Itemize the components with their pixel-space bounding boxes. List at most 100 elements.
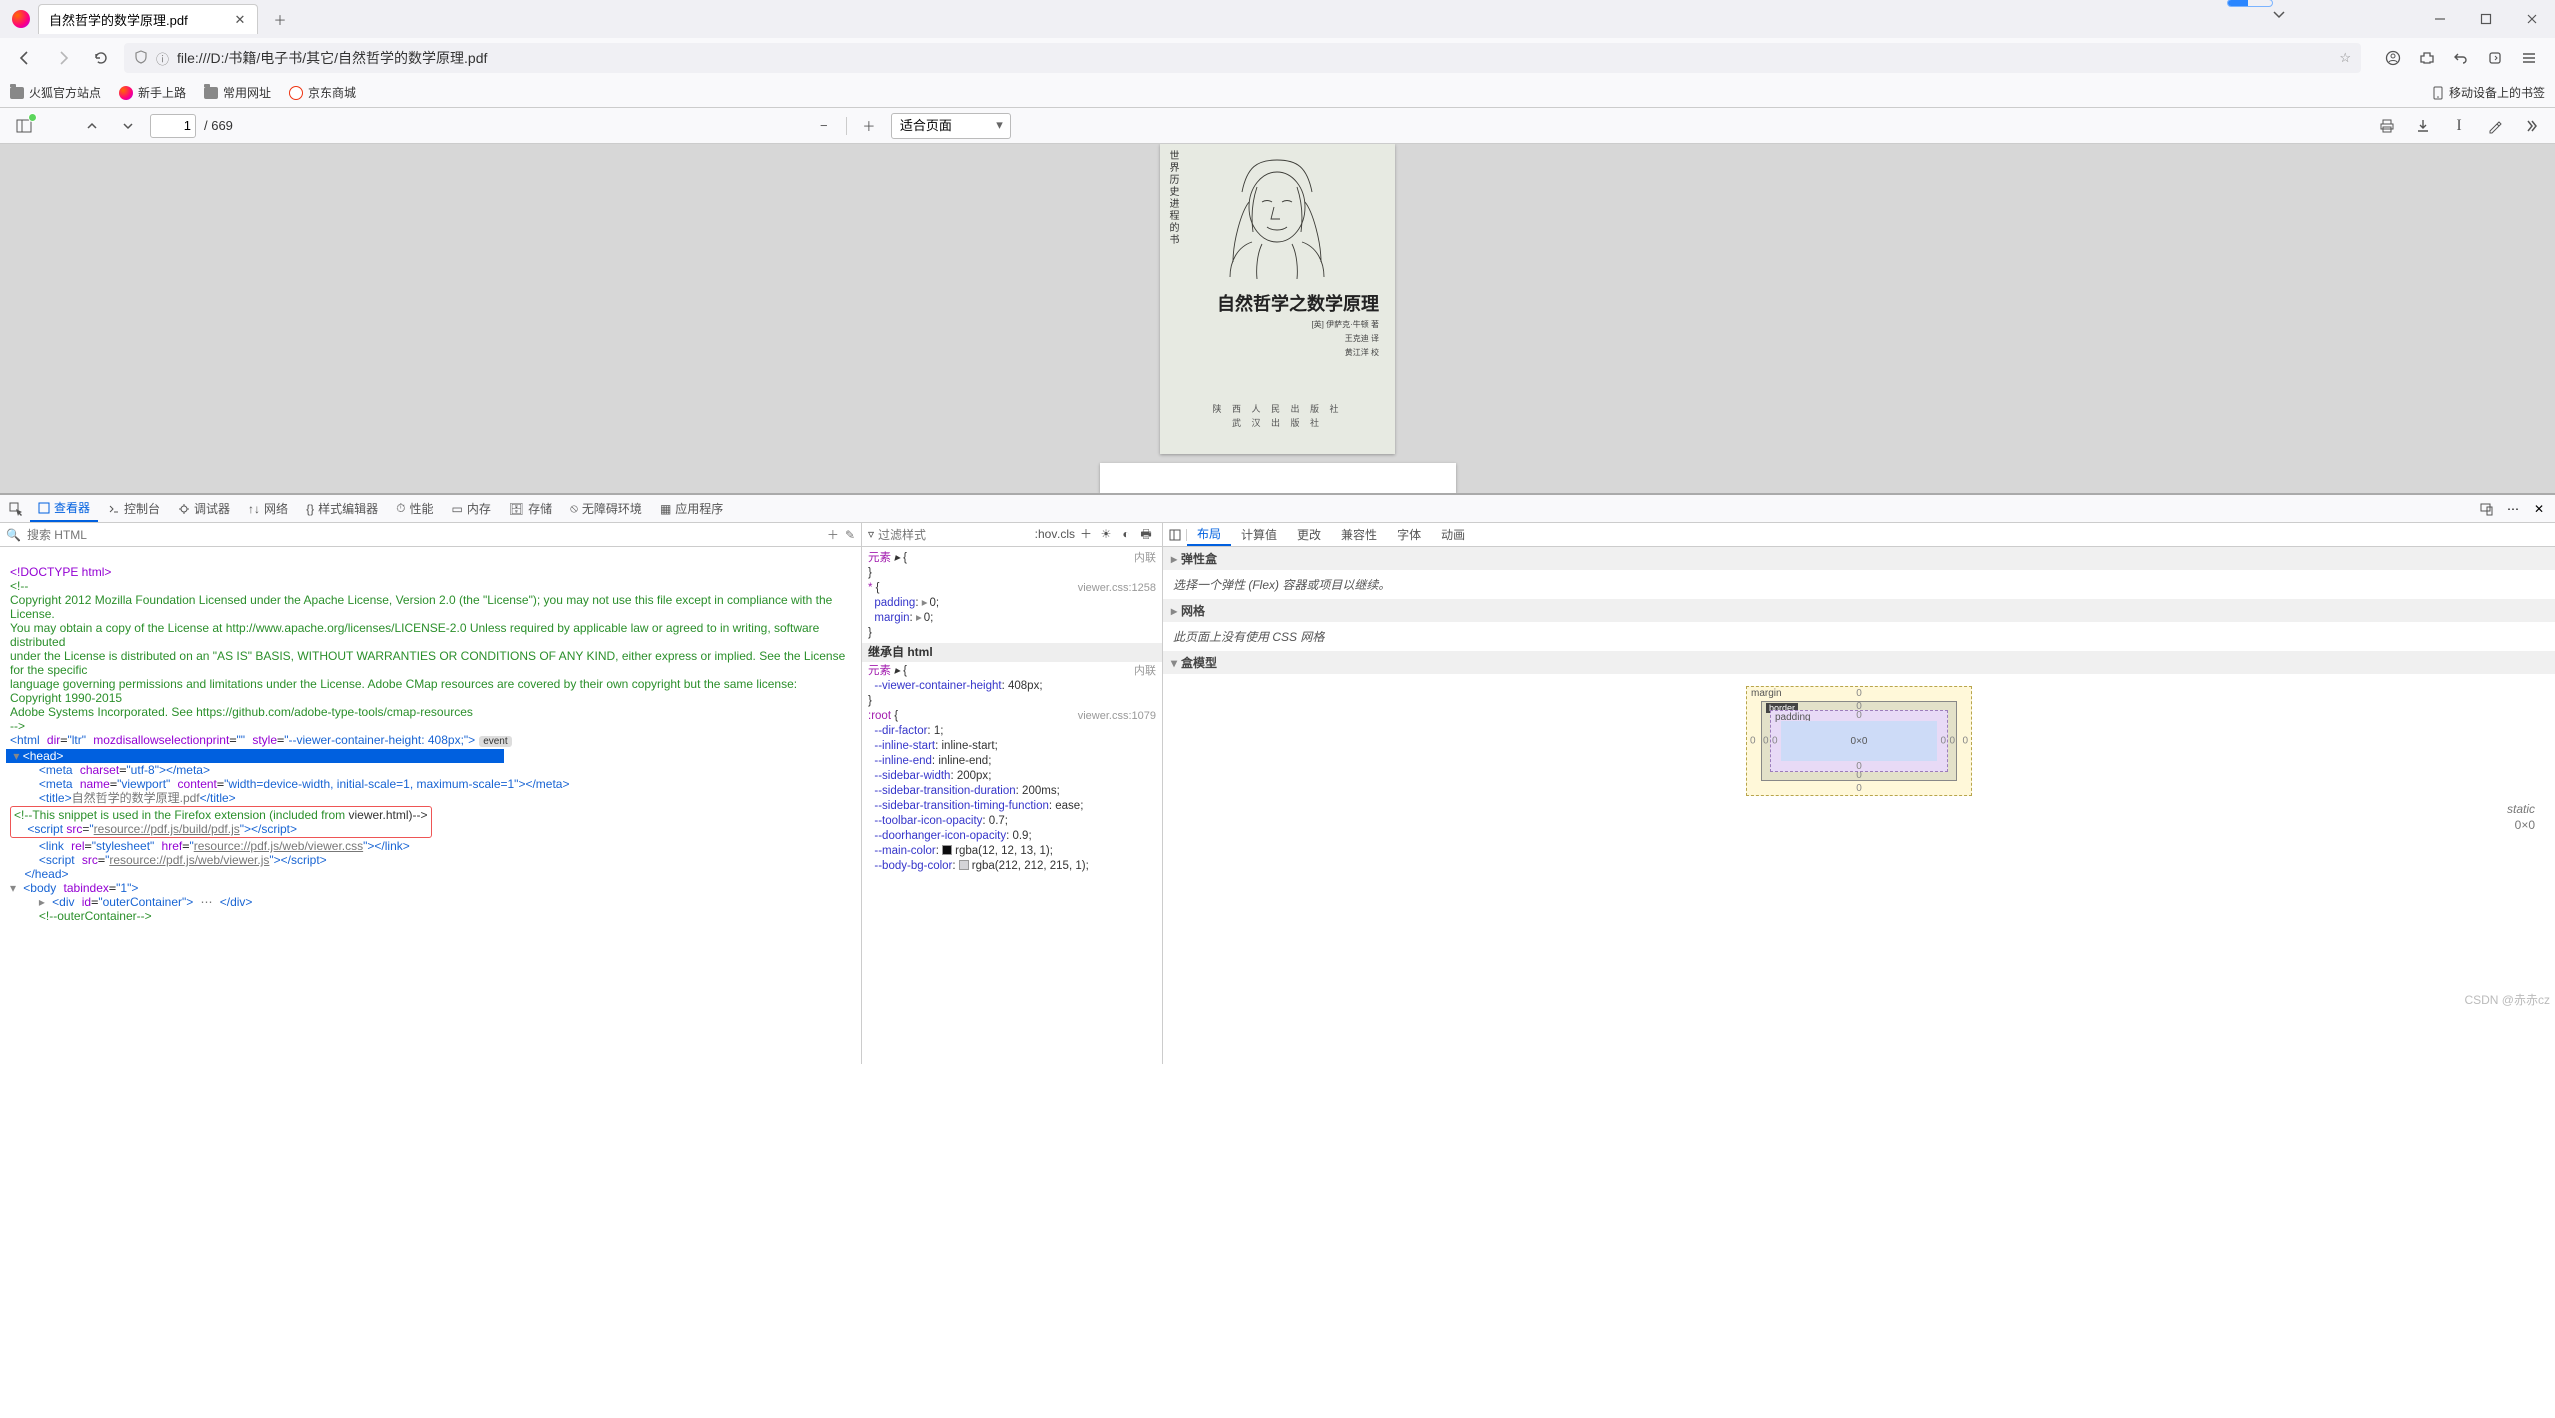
undo-arrow-icon[interactable] — [2445, 43, 2477, 73]
layout-tab-layout[interactable]: 布局 — [1187, 523, 1231, 546]
text-selection-icon[interactable]: I — [2445, 112, 2473, 140]
styles-pane: ▿ :hov .cls ＋ ☀ ◐ 🖶 元素 ▸ {内联} * {viewer.… — [862, 523, 1163, 1064]
tab-inspector[interactable]: 查看器 — [30, 495, 98, 522]
print-sim-icon[interactable]: 🖶 — [1136, 527, 1156, 542]
layout-tab-computed[interactable]: 计算值 — [1231, 523, 1287, 546]
sidebar-toggle-icon[interactable] — [10, 112, 38, 140]
layout-pane: 布局 计算值 更改 兼容性 字体 动画 弹性盒 选择一个弹性 (Flex) 容器… — [1163, 523, 2555, 1064]
eyedropper-icon[interactable]: ✎ — [845, 528, 855, 542]
tab-title: 自然哲学的数学原理.pdf — [49, 10, 188, 29]
close-window-button[interactable] — [2509, 0, 2555, 38]
zoom-select-wrap: 适合页面 — [891, 113, 1011, 139]
app-menu-icon[interactable] — [2513, 43, 2545, 73]
reload-button[interactable] — [86, 43, 116, 73]
more-tools-button[interactable] — [2517, 112, 2545, 140]
csdn-watermark: CSDN @赤赤cz — [2464, 991, 2550, 1008]
close-tab-icon[interactable]: ✕ — [233, 13, 247, 27]
search-icon: 🔍 — [6, 528, 21, 542]
layout-tab-fonts[interactable]: 字体 — [1387, 523, 1431, 546]
zoom-out-button[interactable]: − — [810, 112, 838, 140]
boxmodel-section-header[interactable]: 盒模型 — [1163, 651, 2555, 674]
book-portrait — [1202, 152, 1352, 282]
print-button[interactable] — [2373, 112, 2401, 140]
add-node-icon[interactable]: ＋ — [827, 526, 839, 543]
bookmark-common-urls[interactable]: 常用网址 — [204, 84, 271, 101]
html-tree[interactable]: <!DOCTYPE html> <!-- Copyright 2012 Mozi… — [0, 547, 861, 1064]
styles-filter-input[interactable] — [878, 528, 1036, 542]
layout-sidebar-icon[interactable] — [1163, 529, 1187, 541]
grid-section-body: 此页面上没有使用 CSS 网格 — [1163, 622, 2555, 651]
bookmark-mobile[interactable]: 移动设备上的书签 — [2432, 84, 2545, 101]
styles-body[interactable]: 元素 ▸ {内联} * {viewer.css:1258 padding: ▸0… — [862, 547, 1162, 1064]
tab-network[interactable]: ↑↓网络 — [240, 495, 296, 522]
zoom-select[interactable]: 适合页面 — [891, 113, 1011, 139]
tab-style-editor[interactable]: {}样式编辑器 — [298, 495, 386, 522]
book-publisher: 陕 西 人 民 出 版 社武 汉 出 版 社 — [1160, 402, 1395, 430]
info-icon[interactable]: ⓘ — [156, 49, 169, 68]
jd-icon — [289, 86, 303, 100]
tab-performance[interactable]: ⏱性能 — [388, 495, 441, 522]
layout-tab-changes[interactable]: 更改 — [1287, 523, 1331, 546]
flexbox-section-header[interactable]: 弹性盒 — [1163, 547, 2555, 570]
tab-application[interactable]: ▦应用程序 — [652, 495, 731, 522]
html-search-bar: 🔍 ＋ ✎ — [0, 523, 861, 547]
pdf-toolbar: / 669 − ＋ 适合页面 I — [0, 108, 2555, 144]
tab-accessibility[interactable]: ⦸无障碍环境 — [562, 495, 650, 522]
html-search-input[interactable] — [27, 528, 821, 542]
tab-debugger[interactable]: 调试器 — [170, 495, 238, 522]
browser-tab[interactable]: 自然哲学的数学原理.pdf ✕ — [38, 4, 258, 34]
tab-memory[interactable]: ▭内存 — [443, 495, 498, 522]
tab-strip: 自然哲学的数学原理.pdf ✕ ＋ — [0, 0, 2555, 38]
layout-tab-compat[interactable]: 兼容性 — [1331, 523, 1387, 546]
devtools-close-icon[interactable]: ✕ — [2527, 502, 2551, 516]
draw-icon[interactable] — [2481, 112, 2509, 140]
position-label: static — [1173, 798, 2545, 818]
tab-storage[interactable]: 🗄存储 — [501, 495, 560, 522]
page-number-input[interactable] — [150, 114, 196, 138]
add-rule-icon[interactable]: ＋ — [1076, 527, 1096, 542]
filter-icon: ▿ — [868, 527, 874, 542]
download-progress-icon[interactable] — [2227, 0, 2273, 7]
tab-console[interactable]: 控制台 — [100, 495, 168, 522]
url-input[interactable] — [177, 50, 2331, 66]
zoom-in-button[interactable]: ＋ — [855, 112, 883, 140]
box-model-diagram[interactable]: margin 0 0 0 0 border 0 0 0 0 padding — [1746, 686, 1972, 796]
pdf-viewer[interactable]: 世界历史进程的书 自然哲学之数学原理 [英] 伊萨克·牛顿 著 王克迪 译 黄江… — [0, 144, 2555, 493]
next-page-button[interactable] — [114, 112, 142, 140]
hov-toggle[interactable]: :hov — [1036, 527, 1056, 542]
layout-tab-anim[interactable]: 动画 — [1431, 523, 1475, 546]
cls-toggle[interactable]: .cls — [1056, 527, 1076, 542]
send-to-device-icon[interactable] — [2479, 43, 2511, 73]
url-bar[interactable]: ⓘ ☆ — [124, 43, 2361, 73]
mobile-icon — [2432, 86, 2444, 100]
contrast-icon[interactable]: ◐ — [1116, 527, 1136, 542]
grid-section-header[interactable]: 网格 — [1163, 599, 2555, 622]
bookmark-getting-started[interactable]: 新手上路 — [119, 84, 186, 101]
html-pane: 🔍 ＋ ✎ <!DOCTYPE html> <!-- Copyright 201… — [0, 523, 862, 1064]
download-button[interactable] — [2409, 112, 2437, 140]
devtools: 查看器 控制台 调试器 ↑↓网络 {}样式编辑器 ⏱性能 ▭内存 🗄存储 ⦸无障… — [0, 493, 2555, 1064]
light-icon[interactable]: ☀ — [1096, 527, 1116, 542]
bookmark-jd[interactable]: 京东商城 — [289, 84, 356, 101]
new-tab-button[interactable]: ＋ — [266, 5, 294, 33]
list-tabs-chevron-icon[interactable] — [2273, 8, 2285, 23]
dimensions-label: 0×0 — [1173, 818, 2545, 832]
inspect-element-icon[interactable] — [4, 502, 28, 516]
firefox-icon — [119, 86, 133, 100]
responsive-mode-icon[interactable] — [2475, 502, 2499, 516]
book-spine-text: 世界历史进程的书 — [1165, 150, 1180, 246]
bookmarks-bar: 火狐官方站点 新手上路 常用网址 京东商城 移动设备上的书签 — [0, 78, 2555, 108]
minimize-button[interactable] — [2417, 0, 2463, 38]
bookmark-firefox-official[interactable]: 火狐官方站点 — [10, 84, 101, 101]
page-total: / 669 — [204, 118, 233, 133]
nav-bar: ⓘ ☆ — [0, 38, 2555, 78]
maximize-button[interactable] — [2463, 0, 2509, 38]
bookmark-star-icon[interactable]: ☆ — [2339, 50, 2351, 66]
back-button[interactable] — [10, 43, 40, 73]
devtools-menu-icon[interactable]: ⋯ — [2501, 502, 2525, 516]
book-title: 自然哲学之数学原理 — [1217, 290, 1379, 316]
prev-page-button[interactable] — [78, 112, 106, 140]
account-icon[interactable] — [2377, 43, 2409, 73]
forward-button[interactable] — [48, 43, 78, 73]
extensions-icon[interactable] — [2411, 43, 2443, 73]
